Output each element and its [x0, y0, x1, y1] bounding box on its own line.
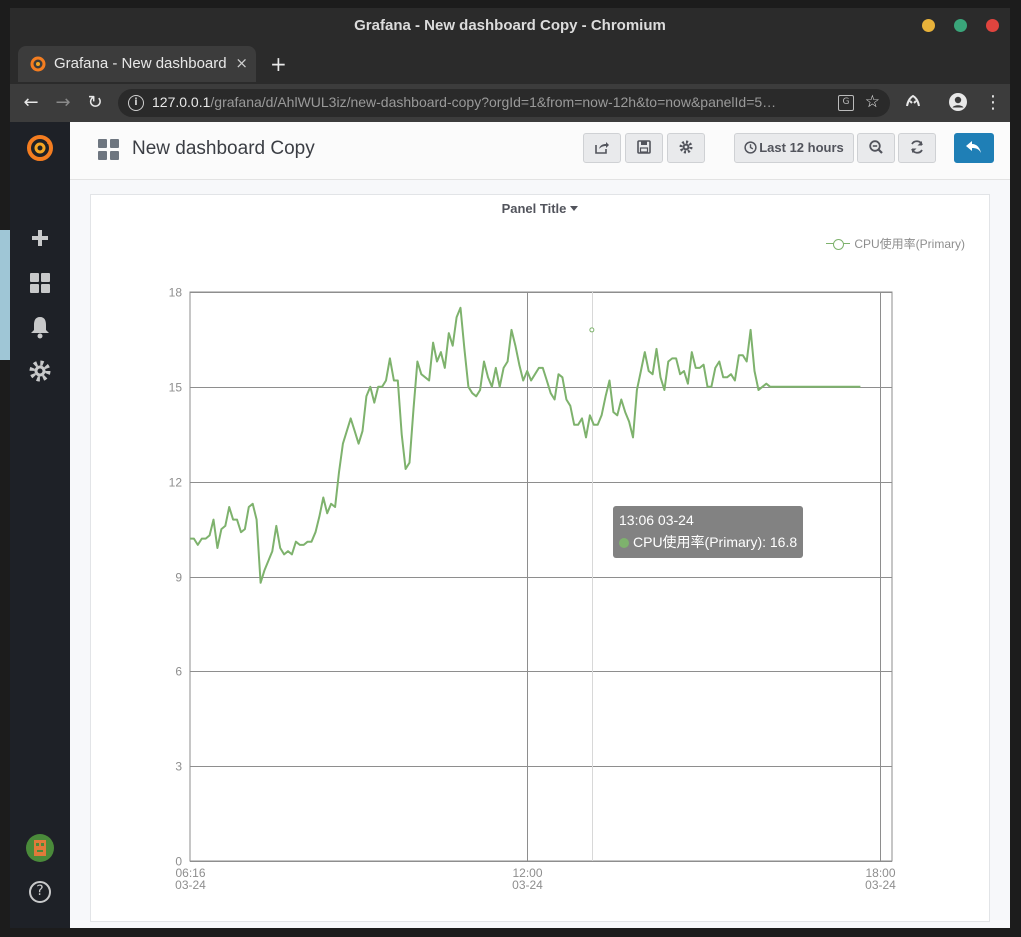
tooltip-series-value: CPU使用率(Primary): 16.8: [633, 534, 798, 550]
avatar[interactable]: [24, 832, 56, 864]
extension-icon[interactable]: [904, 92, 922, 115]
dashboard-navbar: New dashboard Copy Last 12 hours: [70, 122, 1010, 180]
y-tick-label: 9: [175, 571, 182, 585]
time-range-label: Last 12 hours: [759, 140, 844, 155]
tab-close-icon[interactable]: ×: [235, 54, 248, 72]
zoom-out-button[interactable]: [857, 133, 895, 163]
share-icon: [595, 142, 609, 154]
bookmark-star-icon[interactable]: ☆: [865, 92, 880, 112]
plot-frame: [189, 291, 893, 862]
y-tick-label: 15: [169, 381, 183, 395]
chart-tooltip: 13:06 03-24 CPU使用率(Primary): 16.8: [613, 506, 803, 558]
time-range-picker[interactable]: Last 12 hours: [734, 133, 854, 163]
reload-icon[interactable]: ↻: [84, 92, 106, 113]
help-label: ?: [36, 883, 44, 899]
settings-gear-icon: [679, 140, 693, 154]
help-icon[interactable]: ?: [24, 876, 56, 908]
maximize-button[interactable]: [954, 19, 967, 32]
tab-title: Grafana - New dashboard: [54, 55, 226, 72]
browser-window: Grafana - New dashboard Copy - Chromium …: [10, 8, 1010, 928]
tab-strip: Grafana - New dashboard × +: [10, 44, 1010, 84]
grafana-logo-icon[interactable]: [24, 132, 56, 164]
grafana-favicon-icon: [30, 56, 46, 72]
plus-icon[interactable]: [24, 222, 56, 254]
grafana-app: ? New dashboard Copy Last 12 hours Panel…: [10, 122, 1010, 928]
dashboards-icon[interactable]: [24, 267, 56, 299]
background-window-strip: [0, 230, 10, 360]
y-tick-label: 3: [175, 760, 182, 774]
refresh-icon: [911, 140, 923, 154]
share-button[interactable]: [583, 133, 621, 163]
y-tick-label: 6: [175, 665, 182, 679]
clock-icon: [744, 141, 757, 154]
title-bar: Grafana - New dashboard Copy - Chromium: [10, 8, 1010, 44]
window-title: Grafana - New dashboard Copy - Chromium: [354, 17, 666, 34]
menu-dots-icon[interactable]: ⋮: [984, 92, 1002, 113]
zoom-out-icon: [869, 140, 883, 154]
site-info-icon[interactable]: i: [128, 95, 144, 111]
chart-svg: 0369121518 06:1603-2412:0003-2418:0003-2…: [169, 286, 897, 893]
grafana-sidemenu: ?: [10, 122, 70, 928]
new-tab-button[interactable]: +: [270, 52, 287, 76]
graph-panel: Panel Title CPU使用率(Primary) 0 3 6 9 12 15 18 0…: [90, 194, 990, 922]
settings-button[interactable]: [667, 133, 705, 163]
url-text[interactable]: 127.0.0.1/grafana/d/AhlWUL3iz/new-dashbo…: [152, 94, 832, 110]
x-tick-date: 03-24: [865, 878, 896, 892]
profile-icon[interactable]: [948, 92, 968, 117]
undo-arrow-icon: [966, 141, 981, 153]
tooltip-time: 13:06 03-24: [619, 512, 694, 528]
url-path: /grafana/d/AhlWUL3iz/new-dashboard-copy?…: [210, 94, 777, 110]
bell-icon[interactable]: [24, 311, 56, 343]
x-tick-date: 03-24: [175, 878, 206, 892]
y-tick-label: 12: [169, 476, 183, 490]
url-host: 127.0.0.1: [152, 94, 211, 110]
forward-icon[interactable]: →: [52, 92, 74, 113]
url-box[interactable]: i 127.0.0.1/grafana/d/AhlWUL3iz/new-dash…: [118, 89, 890, 117]
back-icon[interactable]: ←: [20, 92, 42, 113]
x-tick-date: 03-24: [512, 878, 543, 892]
address-bar: ← → ↻ i 127.0.0.1/grafana/d/AhlWUL3iz/ne…: [10, 84, 1010, 122]
refresh-button[interactable]: [898, 133, 936, 163]
dashboard-grid-icon[interactable]: [98, 139, 120, 161]
save-icon: [637, 140, 651, 154]
save-button[interactable]: [625, 133, 663, 163]
hover-point: [589, 327, 595, 333]
back-to-dashboard-button[interactable]: [954, 133, 994, 163]
translate-icon[interactable]: G: [838, 95, 854, 111]
minimize-button[interactable]: [922, 19, 935, 32]
y-tick-label: 18: [169, 286, 183, 300]
close-button[interactable]: [986, 19, 999, 32]
tooltip-series-dot: [619, 538, 629, 548]
tab-grafana[interactable]: Grafana - New dashboard ×: [18, 46, 256, 82]
gear-icon[interactable]: [24, 355, 56, 387]
dashboard-title[interactable]: New dashboard Copy: [132, 138, 315, 160]
